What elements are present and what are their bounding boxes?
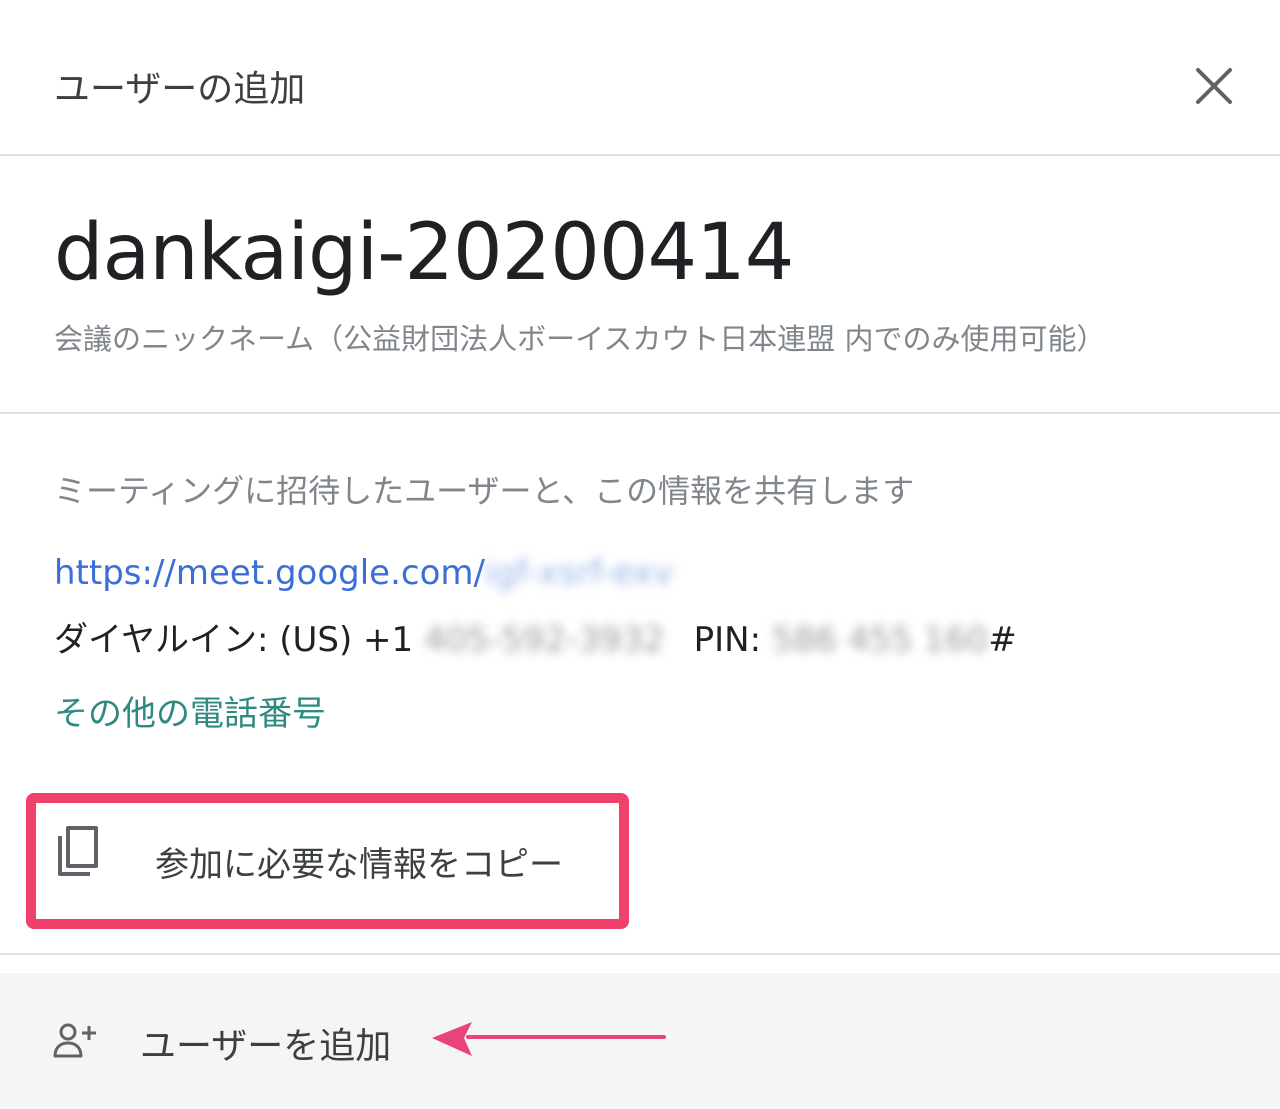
section-divider: [0, 412, 1280, 414]
meeting-link-code-obscured: igf-xsrf-exv: [484, 553, 674, 593]
highlight-annotation-box: [26, 793, 629, 929]
meeting-code: dankaigi-20200414: [54, 208, 794, 298]
more-phone-numbers-link[interactable]: その他の電話番号: [54, 686, 326, 735]
dial-in-number-obscured: 405-592-3932: [423, 620, 665, 660]
arrow-annotation: [428, 1016, 668, 1062]
pin-suffix: #: [988, 620, 1017, 660]
pin-label: PIN:: [693, 620, 762, 660]
meeting-nickname-note: 会議のニックネーム（公益財団法人ボーイスカウト日本連盟 内でのみ使用可能）: [54, 322, 1106, 356]
dialog-title: ユーザーの追加: [54, 69, 306, 110]
add-user-label: ユーザーを追加: [140, 1026, 392, 1067]
footer-divider: [0, 953, 1280, 955]
meeting-link[interactable]: https://meet.google.com/igf-xsrf-exv: [54, 553, 673, 593]
dial-in-label: ダイヤルイン: (US) +1: [54, 620, 414, 660]
share-description: ミーティングに招待したユーザーと、この情報を共有します: [54, 472, 915, 510]
header-divider: [0, 154, 1280, 156]
dial-in-line: ダイヤルイン: (US) +1 405-592-3932 PIN: 586 45…: [54, 612, 1017, 661]
close-icon: [1196, 68, 1232, 104]
person-add-icon: [52, 1020, 100, 1060]
meeting-link-prefix: https://meet.google.com/: [54, 553, 485, 593]
pin-obscured: 586 455 160: [771, 620, 989, 660]
close-button[interactable]: [1186, 58, 1242, 114]
